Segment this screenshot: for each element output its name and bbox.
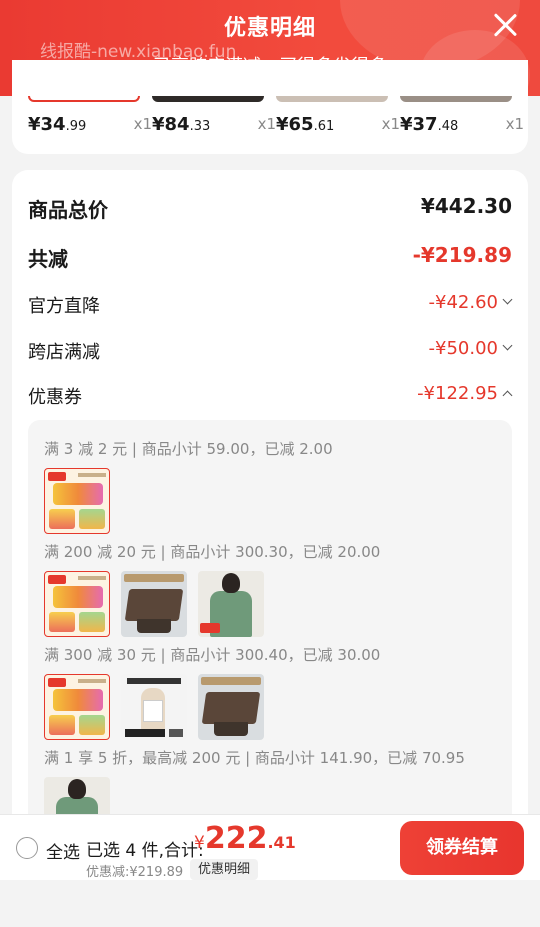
product-thumb[interactable] — [28, 96, 140, 102]
strip-item-price: ¥34.99 — [28, 114, 87, 135]
coupon-value-wrap: -¥122.95 — [417, 383, 512, 404]
total-price-row: 商品总价 ¥442.30 — [28, 194, 512, 222]
strip-item-qty: x1 — [505, 115, 524, 133]
total-price-value: ¥442.30 — [420, 194, 512, 218]
strip-item-price: ¥65.61 — [276, 114, 335, 135]
checkout-bar: 全选 已选 4 件,合计: ¥222.41 优惠减:¥219.89 优惠明细 领… — [0, 814, 540, 880]
total-reduce-label: 共减 — [28, 247, 68, 271]
coupon-label: 优惠券 — [28, 387, 82, 408]
product-thumb-tray[interactable] — [121, 571, 187, 637]
official-discount-label: 官方直降 — [28, 296, 100, 317]
strip-item: ¥34.99 x1 — [28, 111, 152, 135]
product-thumb[interactable] — [152, 96, 264, 102]
strip-item-qty: x1 — [133, 115, 152, 133]
strip-item-qty: x1 — [257, 115, 276, 133]
product-thumb-snack[interactable] — [44, 571, 110, 637]
product-thumb-sweater[interactable] — [198, 571, 264, 637]
discount-amount: 优惠减:¥219.89 — [86, 865, 184, 880]
product-thumb-snack[interactable] — [44, 674, 110, 740]
cross-store-row[interactable]: 跨店满减 -¥50.00 — [28, 338, 512, 364]
coupon-rule: 满 3 减 2 元 | 商品小计 59.00，已减 2.00 — [44, 440, 333, 458]
product-strip: ¥34.99 x1 ¥84.33 x1 ¥65.61 x1 ¥37.48 x1 — [12, 60, 528, 154]
coupon-row[interactable]: 优惠券 -¥122.95 — [28, 383, 512, 409]
chevron-up-icon[interactable] — [504, 392, 512, 400]
strip-item: ¥37.48 x1 — [400, 111, 524, 135]
official-discount-row[interactable]: 官方直降 -¥42.60 — [28, 292, 512, 318]
strip-item-price: ¥37.48 — [400, 114, 459, 135]
checkout-button[interactable]: 领券结算 — [400, 821, 524, 875]
selected-summary: 已选 4 件,合计: — [86, 841, 204, 861]
coupon-rule: 满 300 减 30 元 | 商品小计 300.40，已减 30.00 — [44, 646, 381, 664]
product-thumb-tray[interactable] — [198, 674, 264, 740]
cross-store-label: 跨店满减 — [28, 342, 100, 363]
coupon-rule: 满 1 享 5 折，最高减 200 元 | 商品小计 141.90，已减 70.… — [44, 749, 465, 767]
product-thumb[interactable] — [276, 96, 388, 102]
strip-item-qty: x1 — [381, 115, 400, 133]
product-thumb-model[interactable] — [121, 674, 187, 740]
total-amount: ¥222.41 — [194, 821, 296, 856]
cross-store-value: -¥50.00 — [428, 338, 498, 359]
strip-item: ¥84.33 x1 — [152, 111, 276, 135]
total-reduce-value: -¥219.89 — [412, 243, 512, 267]
coupon-breakdown: 满 3 减 2 元 | 商品小计 59.00，已减 2.00 满 200 减 2… — [28, 420, 512, 830]
select-all-label[interactable]: 全选 — [46, 838, 80, 863]
strip-item: ¥65.61 x1 — [276, 111, 400, 135]
chevron-down-icon[interactable] — [504, 342, 512, 350]
official-discount-value: -¥42.60 — [428, 292, 498, 313]
total-price-label: 商品总价 — [28, 198, 108, 222]
select-all-radio[interactable] — [16, 837, 38, 859]
discount-detail-button[interactable]: 优惠明细 — [190, 859, 259, 880]
product-thumb-strip — [12, 96, 528, 102]
close-icon[interactable] — [492, 12, 518, 38]
chevron-down-icon[interactable] — [504, 296, 512, 304]
product-thumb-snack[interactable] — [44, 468, 110, 534]
total-reduce-row: 共减 -¥219.89 — [28, 243, 512, 271]
coupon-value: -¥122.95 — [417, 383, 498, 404]
cross-store-value-wrap: -¥50.00 — [429, 338, 512, 359]
official-discount-value-wrap: -¥42.60 — [429, 292, 512, 313]
price-summary-card: 商品总价 ¥442.30 共减 -¥219.89 官方直降 -¥42.60 跨店… — [12, 170, 528, 830]
coupon-rule: 满 200 减 20 元 | 商品小计 300.30，已减 20.00 — [44, 543, 381, 561]
strip-item-price: ¥84.33 — [152, 114, 211, 135]
product-thumb[interactable] — [400, 96, 512, 102]
